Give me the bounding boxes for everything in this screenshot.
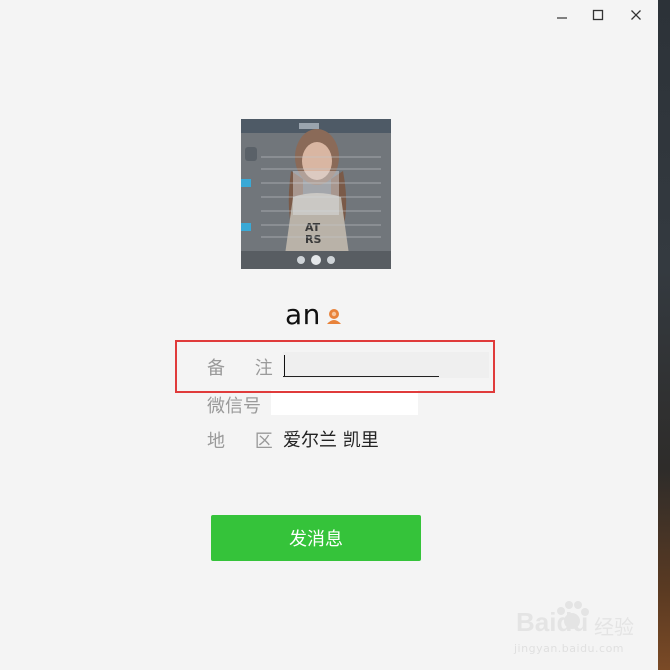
wechat-id-label: 微信号 (207, 396, 261, 417)
svg-text:RS: RS (305, 233, 321, 246)
send-message-button[interactable]: 发消息 (211, 515, 421, 561)
avatar-image: AT RS (241, 119, 391, 269)
maximize-icon (592, 9, 604, 21)
remark-highlight-annotation (175, 340, 495, 393)
region-value: 爱尔兰 凯里 (283, 430, 379, 451)
maximize-button[interactable] (583, 4, 613, 26)
profile-name-row: an (285, 294, 343, 334)
watermark-brand-cn: 经验 (594, 615, 634, 639)
female-icon (326, 309, 341, 324)
close-icon (631, 10, 641, 20)
baidu-jingyan-watermark: Baidu 经验 jingyan.baidu.com (508, 597, 658, 659)
profile-name: an (285, 297, 321, 331)
minimize-button[interactable] (547, 4, 577, 26)
watermark-url: jingyan.baidu.com (514, 642, 625, 655)
watermark-brand: Baidu (516, 607, 589, 637)
region-label: 地 区 (207, 431, 285, 452)
profile-avatar[interactable]: AT RS (241, 119, 391, 269)
close-button[interactable] (621, 4, 651, 26)
minimize-icon (557, 17, 567, 19)
background-window-strip (658, 0, 670, 670)
wechat-id-value (271, 390, 418, 415)
